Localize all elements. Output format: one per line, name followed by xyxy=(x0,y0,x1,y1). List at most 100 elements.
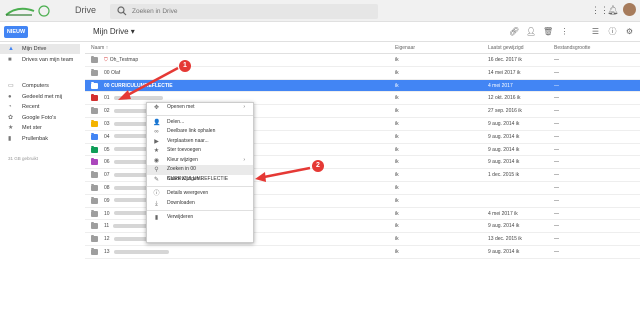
size-cell: — xyxy=(554,197,559,204)
size-cell: — xyxy=(554,120,559,127)
owner-cell: ik xyxy=(395,108,399,115)
owner-cell: ik xyxy=(395,248,399,255)
file-name-text: 13 xyxy=(104,248,110,255)
menu-item-naam-wijzigen[interactable]: ✎ Naam wijzigen... xyxy=(147,175,253,185)
menu-item-zoeken-in-00-curriculumreflectie[interactable]: ⚲ Zoeken in 00 CURRICULUMREFLECTIE xyxy=(147,165,253,182)
top-bar: Drive ⋮⋮ 🔔︎ xyxy=(0,0,640,22)
trash-icon: ▮ xyxy=(154,215,159,221)
sidebar-item-mijn-drive[interactable]: ▲ Mijn Drive xyxy=(0,44,80,54)
folder-icon xyxy=(91,247,98,255)
folder-icon xyxy=(91,209,98,217)
breadcrumb[interactable]: Mijn Drive ▾ xyxy=(93,27,135,36)
modified-cell: 9 aug. 2014 ik xyxy=(488,223,520,230)
sidebar-item-gedeeld-met-mij[interactable]: ● Gedeeld met mij xyxy=(0,92,80,102)
menu-item-ster-toevoegen[interactable]: ★ Ster toevoegen xyxy=(147,146,253,156)
school-logo-icon xyxy=(5,5,50,17)
table-row[interactable]: 13 ik 9 aug. 2014 ik — xyxy=(85,246,640,259)
folder-icon xyxy=(91,183,98,191)
size-cell: — xyxy=(554,184,559,191)
file-name-text: 09 xyxy=(104,197,110,204)
col-owner[interactable]: Eigenaar xyxy=(395,43,415,54)
size-cell: — xyxy=(554,108,559,115)
menu-item-label: Delen... xyxy=(167,118,185,125)
menu-item-delen[interactable]: 👤 Delen... xyxy=(147,118,253,128)
drive-brand[interactable]: Drive xyxy=(75,5,96,15)
chevron-right-icon: › xyxy=(243,104,245,110)
size-cell: — xyxy=(554,57,559,63)
col-name[interactable]: Naam ↑ xyxy=(91,43,108,54)
menu-divider xyxy=(147,210,253,211)
size-cell: — xyxy=(554,172,559,179)
notifications-icon[interactable]: 🔔︎ xyxy=(607,5,618,15)
search-box[interactable] xyxy=(110,4,378,19)
menu-divider xyxy=(147,114,253,116)
sidebar: ▲ Mijn Drive ■ Drives van mijn team ▭ Compute… xyxy=(0,44,80,316)
table-row[interactable]: 00 Olaf ik 14 mei 2017 ik — xyxy=(85,67,640,80)
menu-item-details-weergeven[interactable]: ⓘ Details weergeven xyxy=(147,189,253,199)
sidebar-item-google-foto-s[interactable]: ✿ Google Foto's xyxy=(0,113,80,123)
table-row[interactable]: ⛉ Oh_Testmap ik 16 dec. 2017 ik — xyxy=(85,54,640,67)
list-view-icon[interactable]: ☰ xyxy=(591,27,600,36)
download-icon: ⤓ xyxy=(155,200,158,207)
link-icon[interactable]: 🔗︎ xyxy=(509,27,519,36)
menu-item-verwijderen[interactable]: ▮ Verwijderen xyxy=(147,213,253,223)
new-button[interactable]: NIEUW xyxy=(4,26,28,38)
move-icon: ✥ xyxy=(153,105,160,111)
more-icon[interactable]: ⋮ xyxy=(560,27,569,36)
storage-quota[interactable]: 31 GB gebruikt xyxy=(0,156,80,161)
table-row[interactable]: 00 CURRICULUMREFLECTIE ik 4 mei 2017 — xyxy=(85,79,640,93)
link-icon: ∞ xyxy=(154,129,159,135)
info-icon[interactable]: ⓘ xyxy=(608,27,617,36)
menu-item-label: Openen met xyxy=(167,104,195,110)
owner-cell: ik xyxy=(395,69,399,76)
menu-item-label: Ster toevoegen xyxy=(167,147,201,153)
menu-item-verplaatsen-naar[interactable]: ▶ Verplaatsen naar... xyxy=(147,137,253,147)
size-cell: — xyxy=(554,95,559,102)
menu-item-downloaden[interactable]: ⤓ Downloaden xyxy=(147,199,253,209)
size-cell: — xyxy=(554,248,559,255)
add-person-icon[interactable]: 👤︎ xyxy=(526,27,536,36)
file-name-text: 11 xyxy=(104,223,110,230)
sidebar-item-recent[interactable]: ◔ Recent xyxy=(0,102,80,112)
menu-item-deelbare-link-ophalen[interactable]: ∞ Deelbare link ophalen xyxy=(147,127,253,137)
menu-item-label: Downloaden xyxy=(167,199,195,206)
apps-grid-icon[interactable]: ⋮⋮ xyxy=(591,5,609,15)
menu-item-label: Naam wijzigen... xyxy=(167,175,204,182)
settings-icon[interactable]: ⚙ xyxy=(625,27,634,36)
col-modified[interactable]: Laatst gewijzigd xyxy=(488,43,524,54)
share-icon: 👤 xyxy=(153,119,161,126)
sidebar-item-computers[interactable]: ▭ Computers xyxy=(0,81,80,91)
sidebar-item-label: Recent xyxy=(22,104,40,110)
search-input[interactable] xyxy=(132,5,372,18)
folder-icon xyxy=(91,196,98,204)
size-cell: — xyxy=(554,210,559,217)
redacted-text xyxy=(113,249,169,254)
avatar[interactable] xyxy=(623,3,636,16)
file-name: 00 CURRICULUMREFLECTIE xyxy=(104,80,173,92)
toolbar-icons: 🔗︎ 👤︎ 🗑︎ ⋮ ☰ ⓘ ⚙ xyxy=(509,27,634,36)
col-size[interactable]: Bestandsgrootte xyxy=(554,43,590,54)
sidebar-item-label: Gedeeld met mij xyxy=(22,93,63,100)
owner-cell: ik xyxy=(395,133,399,140)
clock-icon: ◔ xyxy=(8,104,12,110)
menu-item-kleur-wijzigen[interactable]: ◉ Kleur wijzigen › xyxy=(147,156,253,166)
file-name-text: 01 xyxy=(104,95,110,102)
trash-icon: ▮ xyxy=(8,135,12,142)
file-name: 13 xyxy=(104,246,169,258)
sidebar-item-label: Prullenbak xyxy=(22,135,48,142)
chevron-right-icon: › xyxy=(243,156,245,163)
menu-item-openen-met[interactable]: ✥ Openen met › xyxy=(147,103,253,113)
sidebar-item-met-ster[interactable]: ★ Met ster xyxy=(0,123,80,133)
modified-cell: 9 aug. 2014 ik xyxy=(488,248,520,255)
sidebar-item-prullenbak[interactable]: ▮ Prullenbak xyxy=(0,134,80,144)
redacted-text xyxy=(113,96,163,101)
size-cell: — xyxy=(554,69,559,76)
sidebar-item-drives-van-mijn-team[interactable]: ■ Drives van mijn team xyxy=(0,55,80,65)
rename-icon: ✎ xyxy=(153,176,160,183)
callout-1: 1 xyxy=(179,60,191,72)
menu-item-label: Verplaatsen naar... xyxy=(167,137,209,144)
modified-cell: 4 mei 2017 xyxy=(488,82,513,89)
modified-cell: 13 dec. 2015 ik xyxy=(488,236,522,243)
trash-icon[interactable]: 🗑︎ xyxy=(543,27,553,36)
